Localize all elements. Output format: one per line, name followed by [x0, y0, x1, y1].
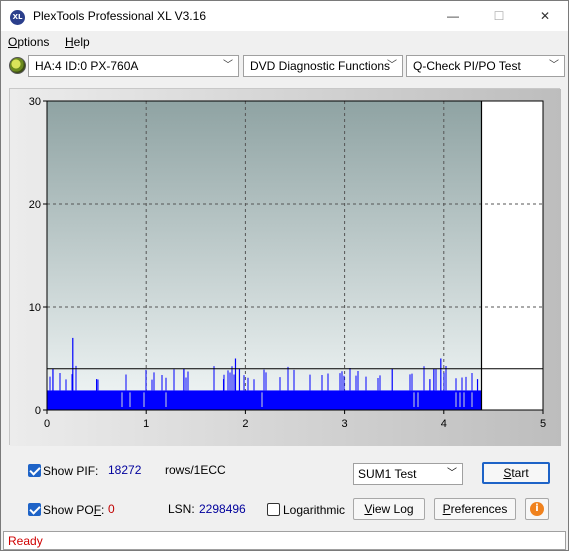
pif-unit: rows/1ECC	[165, 463, 226, 477]
show-pof-label-b: :	[101, 503, 105, 517]
drive-select[interactable]: HA:4 ID:0 PX-760A ﹀	[28, 55, 239, 77]
show-pif-checkbox[interactable]	[28, 464, 41, 477]
sum-test-select[interactable]: SUM1 Test ﹀	[353, 463, 463, 485]
y-tick-label: 20	[29, 199, 41, 211]
x-tick-label: 0	[44, 418, 50, 430]
start-button[interactable]: Start	[482, 462, 550, 484]
pi-po-chart: 0 1 2 3 4 5 0 10 20 30	[10, 89, 561, 446]
logarithmic-label: Logarithmic	[283, 503, 346, 517]
test-select-value: Q-Check PI/PO Test	[413, 59, 521, 73]
title-bar: XL PlexTools Professional XL V3.16 — ☐ ✕	[1, 1, 568, 31]
menu-help[interactable]: Help	[65, 35, 90, 49]
info-button[interactable]: i	[525, 498, 549, 520]
menu-bar: Options Help	[1, 31, 568, 52]
info-icon: i	[530, 502, 544, 516]
y-tick-label: 10	[29, 302, 41, 314]
x-tick-label: 3	[342, 418, 348, 430]
show-pif-label: Show PIF:	[43, 464, 99, 478]
drive-select-value: HA:4 ID:0 PX-760A	[35, 59, 139, 73]
menu-help-label: elp	[73, 35, 90, 49]
logarithmic-checkbox[interactable]	[267, 503, 280, 516]
close-button[interactable]: ✕	[522, 1, 568, 31]
menu-help-mnemonic: H	[65, 35, 74, 49]
window-title: PlexTools Professional XL V3.16	[33, 9, 206, 23]
start-label: tart	[511, 466, 529, 480]
preferences-button[interactable]: Preferences	[434, 498, 516, 520]
plot-area	[47, 101, 482, 410]
menu-options[interactable]: Options	[8, 35, 49, 49]
show-pof-label-a: Show PO	[43, 503, 94, 517]
minimize-button[interactable]: —	[430, 1, 476, 31]
chevron-down-icon: ﹀	[549, 60, 559, 71]
menu-options-label: ptions	[17, 35, 50, 49]
test-select[interactable]: Q-Check PI/PO Test ﹀	[406, 55, 565, 77]
x-tick-label: 2	[242, 418, 248, 430]
view-log-label: iew Log	[372, 502, 414, 516]
view-log-button[interactable]: View Log	[353, 498, 425, 520]
chart-panel: 0 1 2 3 4 5 0 10 20 30	[9, 88, 561, 446]
pof-value: 0	[108, 502, 115, 516]
function-select[interactable]: DVD Diagnostic Functions ﹀	[243, 55, 403, 77]
menu-options-mnemonic: O	[8, 35, 18, 49]
lsn-label: LSN:	[168, 502, 195, 516]
function-select-value: DVD Diagnostic Functions	[250, 59, 391, 73]
show-pof-label-u: F	[93, 503, 102, 517]
chevron-down-icon: ﹀	[447, 468, 457, 479]
show-pof-label: Show POF:	[43, 503, 104, 517]
y-tick-label: 30	[29, 96, 41, 108]
pif-bar-band	[47, 390, 482, 410]
x-tick-label: 1	[143, 418, 149, 430]
chevron-down-icon: ﹀	[387, 60, 397, 71]
app-window: XL PlexTools Professional XL V3.16 — ☐ ✕…	[0, 0, 569, 551]
maximize-button[interactable]: ☐	[476, 1, 522, 31]
pif-value: 18272	[108, 463, 142, 477]
status-text: Ready	[8, 534, 43, 548]
sum-test-select-value: SUM1 Test	[358, 467, 417, 481]
drive-icon	[9, 57, 26, 74]
lsn-value: 2298496	[199, 502, 246, 516]
chevron-down-icon: ﹀	[223, 60, 233, 71]
status-bar: Ready	[3, 531, 566, 550]
y-tick-label: 0	[35, 405, 41, 417]
plot-area-unused	[481, 101, 543, 410]
x-tick-label: 4	[441, 418, 447, 430]
show-pof-checkbox[interactable]	[28, 503, 41, 516]
preferences-mnemonic: P	[442, 502, 451, 516]
x-tick-label: 5	[540, 418, 546, 430]
app-logo-icon: XL	[10, 10, 25, 25]
preferences-label: references	[450, 502, 508, 516]
